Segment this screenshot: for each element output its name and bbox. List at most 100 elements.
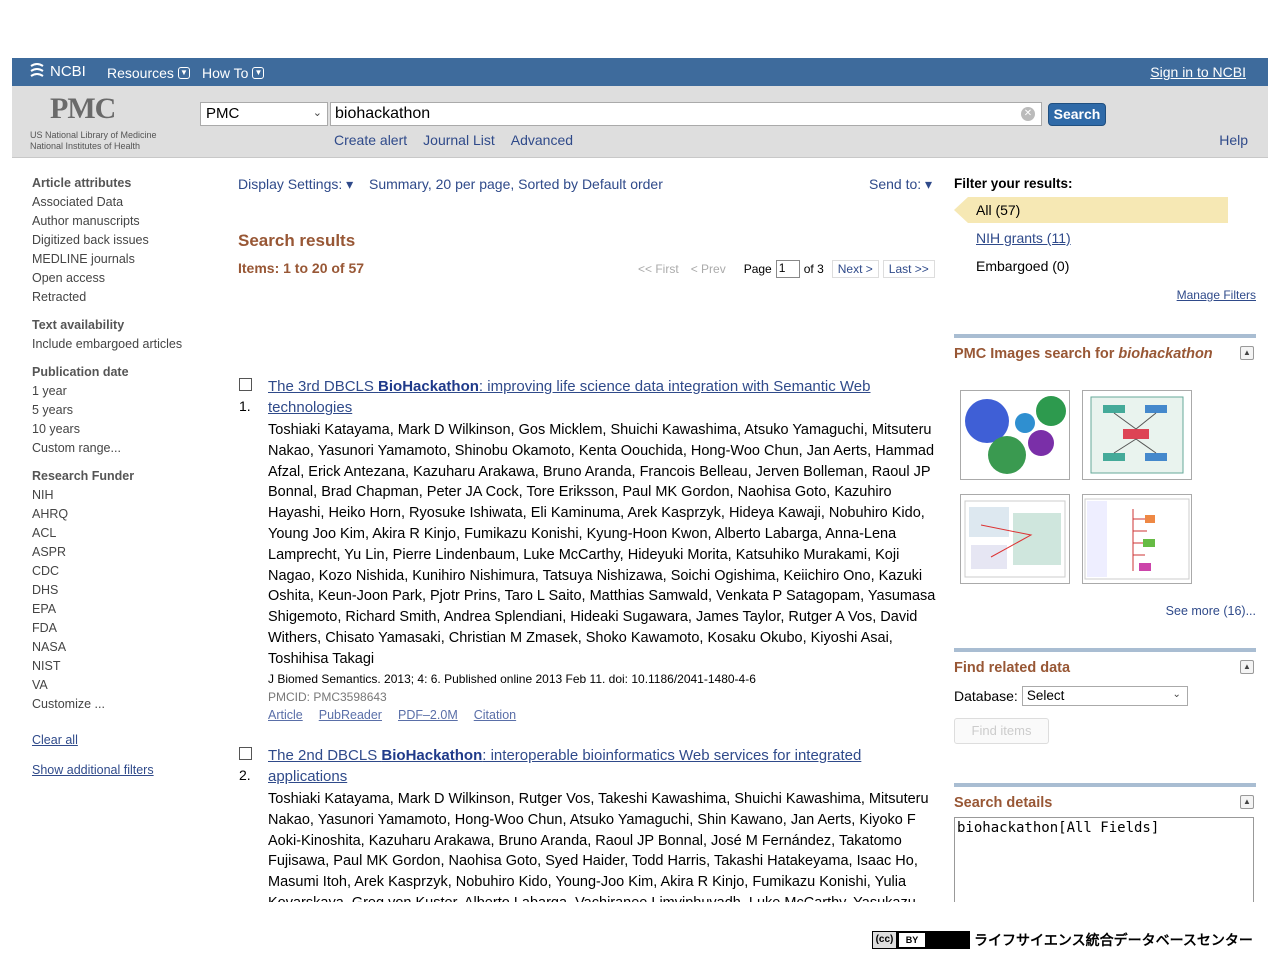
search-input[interactable]: biohackathon ✕ bbox=[330, 102, 1042, 126]
images-panel-heading: PMC Images search for biohackathon bbox=[954, 346, 1256, 362]
pubreader-link[interactable]: PubReader bbox=[319, 708, 382, 722]
filter-tab-nih-grants[interactable]: NIH grants (11) bbox=[954, 225, 1256, 251]
items-count: Items: 1 to 20 of 57 bbox=[238, 260, 365, 276]
page-of-total: of 3 bbox=[803, 262, 824, 276]
filter-funder-va[interactable]: VA bbox=[32, 678, 202, 692]
create-alert-link[interactable]: Create alert bbox=[334, 132, 407, 148]
filter-funder-acl[interactable]: ACL bbox=[32, 526, 202, 540]
filter-funder-nasa[interactable]: NASA bbox=[32, 640, 202, 654]
clear-search-icon[interactable]: ✕ bbox=[1021, 107, 1035, 121]
filter-funder-aspr[interactable]: ASPR bbox=[32, 545, 202, 559]
first-page-link[interactable]: << First bbox=[638, 262, 679, 276]
resources-label: Resources bbox=[107, 65, 174, 81]
workflow-screenshot-icon bbox=[964, 500, 1066, 578]
prev-page-link[interactable]: < Prev bbox=[691, 262, 726, 276]
filter-funder-epa[interactable]: EPA bbox=[32, 602, 202, 616]
search-details-panel: Search details ▲ biohackathon[All Fields… bbox=[954, 783, 1256, 902]
page-number-input[interactable]: 1 bbox=[775, 260, 800, 278]
resources-menu[interactable]: Resources ▼ bbox=[107, 65, 190, 81]
title-highlight: BioHackathon bbox=[378, 378, 479, 395]
filter-funder-nist[interactable]: NIST bbox=[32, 659, 202, 673]
sign-in-link[interactable]: Sign in to NCBI bbox=[1150, 64, 1246, 80]
advanced-search-link[interactable]: Advanced bbox=[511, 132, 573, 148]
manage-filters-link[interactable]: Manage Filters bbox=[1177, 288, 1256, 302]
network-diagram-icon bbox=[965, 396, 1066, 474]
result-item: 2. The 2nd DBCLS BioHackathon: interoper… bbox=[238, 745, 944, 902]
filter-funder-nih[interactable]: NIH bbox=[32, 488, 202, 502]
nih-grants-link[interactable]: NIH grants (11) bbox=[976, 230, 1071, 246]
result-citation: J Biomed Semantics. 2013; 4: 6. Publishe… bbox=[268, 671, 756, 686]
filter-custom-range[interactable]: Custom range... bbox=[32, 441, 202, 455]
search-button[interactable]: Search bbox=[1048, 103, 1106, 126]
filter-open-access[interactable]: Open access bbox=[32, 271, 202, 285]
filter-funder-cdc[interactable]: CDC bbox=[32, 564, 202, 578]
result-title-link[interactable]: The 2nd DBCLS BioHackathon: interoperabl… bbox=[268, 745, 944, 787]
last-page-link[interactable]: Last >> bbox=[882, 260, 935, 278]
page-label: Page bbox=[743, 262, 772, 276]
chevron-down-icon: ▾ bbox=[925, 176, 933, 192]
result-checkbox[interactable] bbox=[239, 378, 252, 391]
collapse-icon[interactable]: ▲ bbox=[1240, 795, 1254, 809]
ncbi-topbar: NCBI Resources ▼ How To ▼ Sign in to NCB… bbox=[12, 58, 1268, 86]
pagination: << First < Prev Page 1 of 3 Next > Last … bbox=[638, 260, 935, 278]
filter-retracted[interactable]: Retracted bbox=[32, 290, 202, 304]
filter-digitized-back-issues[interactable]: Digitized back issues bbox=[32, 233, 202, 247]
filter-funder-fda[interactable]: FDA bbox=[32, 621, 202, 635]
image-thumbnail[interactable] bbox=[1082, 390, 1192, 480]
database-select[interactable]: PMC ⌄ bbox=[200, 102, 328, 126]
filter-author-manuscripts[interactable]: Author manuscripts bbox=[32, 214, 202, 228]
ncbi-logo[interactable]: NCBI bbox=[28, 62, 86, 80]
filter-associated-data[interactable]: Associated Data bbox=[32, 195, 202, 209]
clear-all-link[interactable]: Clear all bbox=[32, 733, 78, 747]
collapse-icon[interactable]: ▲ bbox=[1240, 660, 1254, 674]
help-link[interactable]: Help bbox=[1219, 132, 1248, 148]
citation-link[interactable]: Citation bbox=[474, 708, 516, 722]
howto-menu[interactable]: How To ▼ bbox=[202, 65, 265, 81]
article-link[interactable]: Article bbox=[268, 708, 303, 722]
pmc-logo-line1: US National Library of Medicine bbox=[30, 130, 157, 140]
filter-medline-journals[interactable]: MEDLINE journals bbox=[32, 252, 202, 266]
pmc-logo-line2: National Institutes of Health bbox=[30, 141, 141, 151]
find-items-button[interactable]: Find items bbox=[954, 718, 1049, 744]
filter-results-heading: Filter your results: bbox=[954, 176, 1073, 191]
next-page-link[interactable]: Next > bbox=[831, 260, 879, 278]
by-badge-text: BY bbox=[899, 933, 925, 947]
image-thumbnail[interactable] bbox=[1082, 494, 1192, 584]
footer-credit: (cc) BY ライフサイエンス統合データベースセンター bbox=[872, 930, 1253, 950]
title-part: The 2nd DBCLS bbox=[268, 747, 382, 764]
see-more-images-link[interactable]: See more (16)... bbox=[1166, 604, 1256, 618]
related-database-select[interactable]: Select ⌄ bbox=[1021, 686, 1188, 706]
filter-funder-ahrq[interactable]: AHRQ bbox=[32, 507, 202, 521]
result-number: 1. bbox=[239, 398, 251, 414]
pmc-logo[interactable]: PMC US National Library of Medicine Nati… bbox=[28, 92, 168, 152]
filter-funder-dhs[interactable]: DHS bbox=[32, 583, 202, 597]
result-title-link[interactable]: The 3rd DBCLS BioHackathon: improving li… bbox=[268, 376, 944, 418]
filter-tab-embargoed[interactable]: Embargoed (0) bbox=[954, 253, 1256, 279]
image-thumbnail[interactable] bbox=[960, 494, 1070, 584]
filter-funder-customize[interactable]: Customize ... bbox=[32, 697, 202, 711]
database-select-value: PMC bbox=[206, 105, 240, 122]
chevron-down-icon: ▼ bbox=[252, 67, 265, 79]
display-settings[interactable]: Display Settings: ▾ Summary, 20 per page… bbox=[238, 176, 944, 193]
search-header: PMC US National Library of Medicine Nati… bbox=[12, 86, 1268, 158]
image-thumbnail[interactable] bbox=[960, 390, 1070, 480]
send-to-menu[interactable]: Send to: ▾ bbox=[869, 176, 932, 193]
search-details-heading: Search details bbox=[954, 795, 1053, 811]
search-details-textarea[interactable]: biohackathon[All Fields] bbox=[954, 817, 1254, 902]
right-sidebar: Filter your results: All (57) NIH grants… bbox=[954, 176, 1256, 902]
pdf-link[interactable]: PDF–2.0M bbox=[398, 708, 458, 722]
filter-5-years[interactable]: 5 years bbox=[32, 403, 202, 417]
filter-group-heading: Text availability bbox=[32, 318, 125, 332]
pmc-images-panel: PMC Images search for biohackathon ▲ See… bbox=[954, 334, 1256, 634]
filter-group-publication-date: Publication date 1 year 5 years 10 years… bbox=[32, 365, 202, 455]
filter-1-year[interactable]: 1 year bbox=[32, 384, 202, 398]
search-results-heading: Search results bbox=[238, 231, 356, 250]
journal-list-link[interactable]: Journal List bbox=[423, 132, 495, 148]
filter-10-years[interactable]: 10 years bbox=[32, 422, 202, 436]
filter-tab-all[interactable]: All (57) bbox=[954, 197, 1228, 223]
related-database-value: Select bbox=[1026, 688, 1065, 703]
show-additional-filters-link[interactable]: Show additional filters bbox=[32, 763, 154, 777]
filter-include-embargoed[interactable]: Include embargoed articles bbox=[32, 337, 202, 351]
collapse-icon[interactable]: ▲ bbox=[1240, 346, 1254, 360]
result-checkbox[interactable] bbox=[239, 747, 252, 760]
